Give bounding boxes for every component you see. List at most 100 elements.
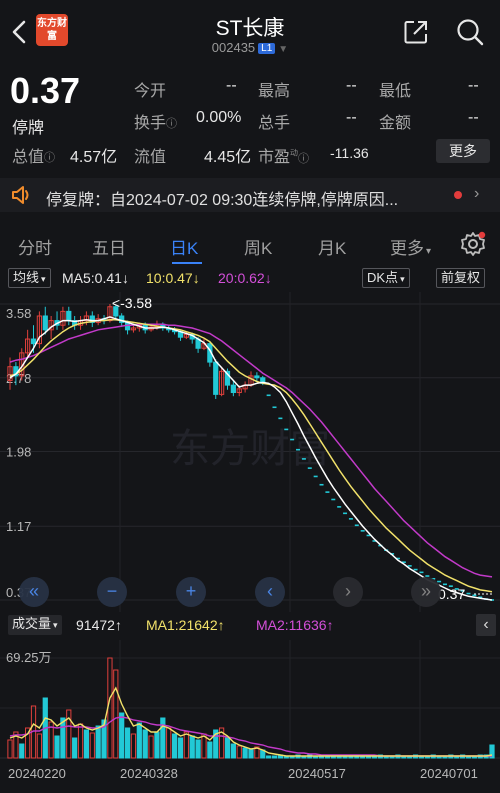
volume-bar [242, 747, 248, 759]
scroll-left-button[interactable]: ‹ [255, 577, 285, 607]
scroll-right-button[interactable]: › [333, 577, 363, 607]
volume-bar [60, 717, 66, 759]
volume-bar [95, 725, 101, 759]
x-tick-label: 20240328 [120, 766, 178, 781]
volume-bar [77, 723, 84, 759]
volume-bar [183, 731, 189, 759]
caret-down-icon: ▾ [426, 246, 432, 257]
volume-bar [119, 712, 125, 759]
volume-chart[interactable]: 69.25万 20240220 20240328 20240517 20240701 [0, 640, 500, 793]
caret-down-icon: ▾ [41, 274, 46, 284]
period-tabs: 分时 五日 日K 周K 月K 更多 ▾ [0, 222, 500, 266]
notification-dot [478, 231, 486, 239]
candle-body [30, 338, 37, 345]
low-label: 最低 [379, 83, 412, 100]
pe-dynamic-mark: 动 [290, 148, 299, 158]
dk-point-button[interactable]: DK点 ▾ [362, 268, 410, 288]
float-cap-value: 4.45亿 [204, 149, 252, 166]
high-value: -- [346, 77, 357, 94]
level-badge: L1 [258, 43, 276, 54]
share-icon[interactable] [402, 18, 430, 46]
up-arrow-icon: ↑ [326, 617, 334, 633]
info-icon: ⓘ [166, 118, 178, 130]
kline-chart[interactable]: 东方财富3.582.781.981.170.37<-3.580.37 « − +… [0, 292, 500, 612]
stock-code: 002435 [211, 40, 256, 55]
ma20-readout: 20:0.62↓ [218, 270, 272, 286]
watermark-text: 东方财富 [170, 426, 330, 472]
pe-label-text: 市盈 [258, 149, 291, 166]
caret-down-icon: ▾ [53, 620, 58, 630]
volume-bar [189, 735, 195, 759]
ma-selector-button[interactable]: 均线 ▾ [8, 268, 51, 288]
scroll-right-fast-button[interactable]: » [411, 577, 441, 607]
volume-value: 91472 [76, 617, 115, 633]
volume-bar [36, 733, 43, 759]
turnover-label[interactable]: 换手ⓘ [134, 109, 177, 133]
candle-body [230, 384, 236, 394]
halt-notice-bar[interactable]: 停复牌：自2024-07-02 09:30连续停牌,停牌原因... › [0, 178, 500, 212]
down-arrow-icon: ↓ [192, 270, 200, 286]
zoom-out-button[interactable]: − [97, 577, 127, 607]
tab-monthly-k[interactable]: 月K [318, 234, 346, 259]
adjust-mode-button[interactable]: 前复权 [436, 268, 486, 288]
caret-down-icon: ▼ [278, 44, 289, 55]
market-cap-label-text: 总值 [12, 149, 45, 166]
active-tab-indicator [172, 262, 202, 264]
turnover-label-text: 换手 [134, 115, 167, 132]
tab-daily-k[interactable]: 日K [170, 234, 198, 259]
market-cap-label[interactable]: 总值ⓘ [12, 143, 55, 167]
volume-selector-button[interactable]: 成交量 ▾ [8, 615, 62, 635]
volume-bar [266, 755, 272, 759]
pe-label[interactable]: 市盈动ⓘ [258, 143, 309, 167]
volume-svg: 69.25万 20240220 20240328 20240517 20240701 [0, 640, 500, 781]
volume-bar [89, 732, 95, 759]
ma-indicator-row: 均线 ▾ MA5:0.41↓ 10:0.47↓ 20:0.62↓ DK点 ▾ 前复权 [0, 266, 500, 292]
unread-dot [454, 191, 462, 199]
tab-weekly-k[interactable]: 周K [244, 234, 272, 259]
tab-intraday[interactable]: 分时 [18, 234, 52, 259]
volume-bar [177, 737, 184, 759]
volume-bar [160, 717, 166, 759]
current-price: 0.37 [10, 70, 81, 111]
float-cap-label: 流值 [134, 149, 167, 166]
y-tick-label: 1.17 [6, 519, 31, 534]
ma10-value: 10:0.47 [146, 270, 193, 286]
volume-max-label: 69.25万 [6, 650, 52, 665]
chevron-right-icon: › [474, 185, 480, 202]
volume-bar [271, 755, 278, 759]
settings-gear-icon[interactable] [460, 231, 486, 257]
search-icon[interactable] [455, 17, 485, 47]
tab-more[interactable]: 更多 ▾ [390, 234, 431, 259]
x-tick-label: 20240220 [8, 766, 66, 781]
stock-detail-screen: 东方财富 ST长康 002435 L1 ▼ 0.37 停牌 今开 -- 最高 -- … [0, 0, 500, 793]
more-quote-button[interactable]: 更多 [436, 139, 490, 163]
open-label: 今开 [134, 83, 167, 100]
candle-body [213, 361, 219, 395]
low-value: -- [468, 77, 479, 94]
tab-five-day[interactable]: 五日 [92, 234, 126, 259]
total-volume-label: 总手 [258, 115, 291, 132]
y-tick-label: 3.58 [6, 306, 31, 321]
max-price-marker: <-3.58 [112, 295, 152, 311]
ma10-readout: 10:0.47↓ [146, 270, 200, 286]
down-arrow-icon: ↓ [121, 270, 129, 286]
volume-bar [83, 729, 90, 759]
candle-body [254, 375, 260, 379]
volume-bar [148, 735, 154, 759]
volume-indicator-row: 成交量 ▾ 91472↑ MA1:21642↑ MA2:11636↑ ‹ [0, 612, 500, 640]
last-price-marker: 0.37 [438, 586, 465, 602]
zoom-in-button[interactable]: + [176, 577, 206, 607]
ma-selector-label: 均线 [13, 270, 40, 285]
high-label: 最高 [258, 83, 291, 100]
scroll-left-fast-button[interactable]: « [19, 577, 49, 607]
volume-bar [124, 727, 131, 759]
candle-body [66, 310, 72, 322]
collapse-panel-button[interactable]: ‹ [476, 614, 496, 636]
ma5-value: MA5:0.41 [62, 270, 122, 286]
vol-ma2-value: MA2:11636 [256, 617, 327, 633]
ma5-readout: MA5:0.41↓ [62, 270, 129, 286]
speaker-icon [12, 186, 29, 204]
total-volume-value: -- [346, 109, 357, 126]
tab-more-label: 更多 [390, 239, 424, 258]
kline-svg: 东方财富3.582.781.981.170.37<-3.580.37 [0, 292, 500, 612]
